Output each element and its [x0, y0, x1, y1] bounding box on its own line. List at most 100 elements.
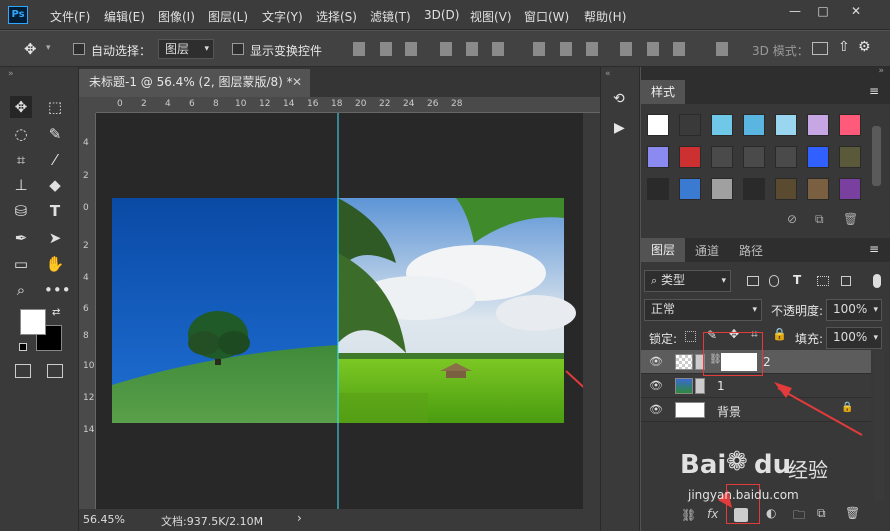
- close-button[interactable]: ✕: [845, 4, 867, 18]
- align-top-icon[interactable]: [353, 42, 365, 56]
- tab-paths[interactable]: 路径: [739, 242, 763, 259]
- menu-view[interactable]: 视图(V): [470, 8, 512, 25]
- align-left-icon[interactable]: [440, 42, 452, 56]
- style-swatch[interactable]: [775, 178, 797, 200]
- menu-filter[interactable]: 滤镜(T): [370, 8, 411, 25]
- styles-scrollbar[interactable]: [872, 126, 881, 186]
- distribute-left-icon[interactable]: [620, 42, 632, 56]
- layer-filter-dropdown[interactable]: ⌕ 类型 ▾: [644, 270, 731, 292]
- distribute-top-icon[interactable]: [533, 42, 545, 56]
- layer-thumbnail[interactable]: [675, 378, 693, 394]
- auto-align-icon[interactable]: [716, 42, 728, 56]
- layers-scrollbar[interactable]: [874, 350, 884, 500]
- layer-name[interactable]: 1: [717, 379, 725, 393]
- filter-toggle-icon[interactable]: [873, 274, 881, 288]
- menu-image[interactable]: 图像(I): [158, 8, 195, 25]
- layer-row-background[interactable]: 👁 背景 🔒: [641, 398, 871, 422]
- distribute-bottom-icon[interactable]: [586, 42, 598, 56]
- menu-select[interactable]: 选择(S): [316, 8, 357, 25]
- zoom-level[interactable]: 56.45%: [83, 513, 125, 526]
- canvas-image[interactable]: [96, 113, 583, 509]
- swap-colors-icon[interactable]: ⇄: [52, 307, 60, 318]
- filter-pixel-icon[interactable]: [747, 276, 759, 286]
- lasso-tool-icon[interactable]: ◌: [10, 123, 32, 145]
- style-swatch[interactable]: [711, 114, 733, 136]
- foreground-color-swatch[interactable]: [20, 309, 46, 335]
- minimize-button[interactable]: —: [784, 4, 806, 18]
- play-icon[interactable]: ▶: [614, 120, 625, 136]
- style-swatch[interactable]: [807, 114, 829, 136]
- style-swatch[interactable]: [807, 146, 829, 168]
- move-tool-icon[interactable]: ✥: [24, 40, 37, 58]
- chevron-right-icon[interactable]: ›: [297, 511, 302, 525]
- history-icon[interactable]: ⟲: [613, 91, 625, 107]
- style-swatch[interactable]: [679, 178, 701, 200]
- layer-thumbnail[interactable]: [675, 354, 693, 370]
- layer-row-1[interactable]: 👁 1: [641, 374, 871, 398]
- document-tab[interactable]: 未标题-1 @ 56.4% (2, 图层蒙版/8) * ✕: [79, 69, 310, 97]
- auto-select-dropdown[interactable]: 图层 ▾: [158, 39, 214, 59]
- menu-layer[interactable]: 图层(L): [208, 8, 248, 25]
- filter-adjustment-icon[interactable]: [769, 275, 779, 287]
- style-swatch[interactable]: [807, 178, 829, 200]
- lock-all-icon[interactable]: 🔒: [772, 327, 787, 341]
- move-tool-icon[interactable]: ✥: [10, 96, 32, 118]
- align-bottom-icon[interactable]: [405, 42, 417, 56]
- canvas-area[interactable]: [96, 113, 583, 509]
- align-hcenter-icon[interactable]: [466, 42, 478, 56]
- eraser-tool-icon[interactable]: ◆: [44, 174, 66, 196]
- style-swatch[interactable]: [679, 114, 701, 136]
- distribute-right-icon[interactable]: [673, 42, 685, 56]
- path-select-tool-icon[interactable]: ➤: [44, 227, 66, 249]
- fill-field[interactable]: 100% ▾: [826, 327, 882, 349]
- opacity-field[interactable]: 100% ▾: [826, 299, 882, 321]
- eyedropper-tool-icon[interactable]: ⁄: [44, 149, 66, 171]
- panel-menu-icon[interactable]: ≡: [869, 84, 879, 98]
- layer-name[interactable]: 背景: [717, 403, 741, 420]
- eye-icon[interactable]: 👁: [649, 380, 663, 392]
- delete-style-icon[interactable]: 🗑: [843, 212, 858, 226]
- rectangle-tool-icon[interactable]: ▭: [10, 253, 32, 275]
- panel-menu-icon[interactable]: ≡: [869, 242, 879, 256]
- menu-edit[interactable]: 编辑(E): [104, 8, 145, 25]
- collapse-icon[interactable]: »: [8, 69, 14, 79]
- menu-file[interactable]: 文件(F): [50, 8, 90, 25]
- align-right-icon[interactable]: [492, 42, 504, 56]
- collapse-icon[interactable]: «: [605, 69, 611, 79]
- tab-styles[interactable]: 样式: [641, 80, 686, 104]
- horizontal-ruler[interactable]: 0 2 4 6 8 10 12 14 16 18 20 22 24 26 28: [96, 97, 600, 113]
- marquee-tool-icon[interactable]: ⬚: [44, 96, 66, 118]
- link-icon[interactable]: ⛓: [681, 508, 696, 522]
- vertical-scrollbar[interactable]: [583, 113, 600, 509]
- bucket-tool-icon[interactable]: ⛁: [10, 200, 32, 222]
- maximize-button[interactable]: □: [812, 4, 834, 18]
- style-swatch[interactable]: [775, 146, 797, 168]
- 3d-rotate-icon[interactable]: [812, 42, 828, 55]
- screen-mode-icon[interactable]: [47, 364, 63, 378]
- auto-select-checkbox[interactable]: [73, 43, 85, 55]
- clear-style-icon[interactable]: ⊘: [787, 212, 797, 226]
- layer-thumbnail[interactable]: [695, 378, 705, 394]
- distribute-hcenter-icon[interactable]: [647, 42, 659, 56]
- zoom-tool-icon[interactable]: ⌕: [10, 279, 32, 301]
- quick-mask-icon[interactable]: [15, 364, 31, 378]
- layer-thumbnail[interactable]: [675, 402, 705, 418]
- layer-name[interactable]: 2: [763, 355, 771, 369]
- close-icon[interactable]: ✕: [292, 69, 302, 95]
- lock-transparent-icon[interactable]: [685, 331, 696, 342]
- style-swatch[interactable]: [647, 178, 669, 200]
- style-swatch[interactable]: [839, 114, 861, 136]
- menu-help[interactable]: 帮助(H): [584, 8, 626, 25]
- hand-tool-icon[interactable]: ✋: [44, 253, 66, 275]
- style-swatch[interactable]: [711, 178, 733, 200]
- filter-smart-object-icon[interactable]: [841, 276, 851, 286]
- vertical-ruler[interactable]: 4 2 0 2 4 6 8 10 12 14: [79, 113, 96, 509]
- eye-icon[interactable]: 👁: [649, 356, 663, 368]
- eye-icon[interactable]: 👁: [649, 404, 663, 416]
- stamp-tool-icon[interactable]: ⊥: [10, 174, 32, 196]
- blend-mode-dropdown[interactable]: 正常 ▾: [644, 299, 762, 321]
- filter-shape-icon[interactable]: [817, 276, 829, 286]
- style-swatch[interactable]: [743, 178, 765, 200]
- style-swatch[interactable]: [775, 114, 797, 136]
- menu-window[interactable]: 窗口(W): [524, 8, 569, 25]
